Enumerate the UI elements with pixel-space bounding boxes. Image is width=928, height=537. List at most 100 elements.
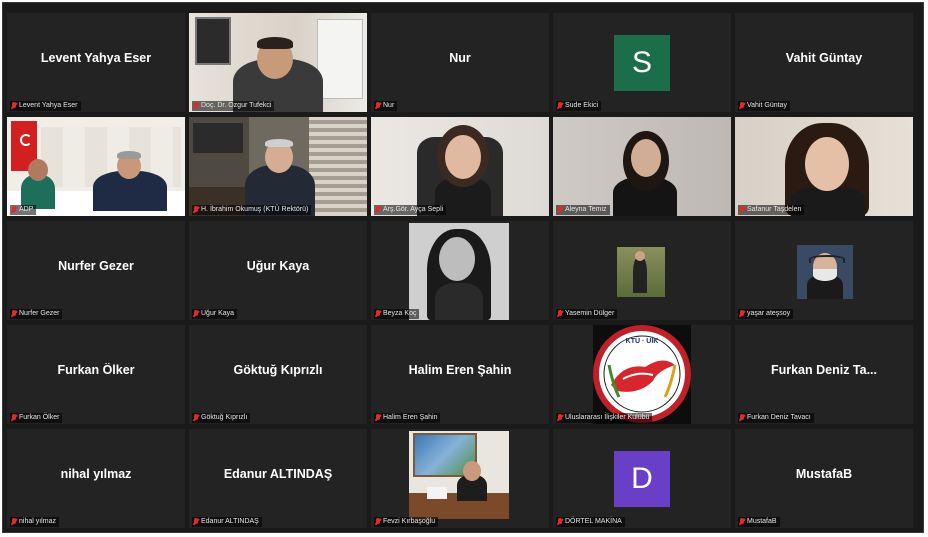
name-label-text: Yasemin Dülger	[565, 310, 615, 317]
name-label-text: Safanur Taşdelen	[747, 206, 802, 213]
muted-mic-icon	[739, 206, 745, 214]
name-label: Levent Yahya Eser	[10, 101, 81, 111]
name-label-text: Beyza Koç	[383, 310, 417, 317]
participant-video	[371, 429, 549, 528]
name-label: Halim Eren Şahin	[374, 413, 441, 423]
name-label-text: Uluslararası İlişkiler Kulübü	[565, 414, 650, 421]
name-label: Uğur Kaya	[192, 309, 238, 319]
name-label-text: Furkan Ölker	[19, 414, 60, 421]
participant-tile[interactable]: Beyza Koç	[371, 221, 549, 320]
participant-video	[735, 117, 913, 216]
name-label: Yasemin Dülger	[556, 309, 618, 319]
meeting-window: Levent Yahya Eser Levent Yahya Eser Doç.…	[2, 2, 924, 533]
name-label: DÖRTEL MAKİNA	[556, 517, 625, 527]
participant-name: MustafaB	[795, 467, 853, 481]
name-label-text: Levent Yahya Eser	[19, 102, 78, 109]
participant-tile[interactable]: Yasemin Dülger	[553, 221, 731, 320]
participant-tile[interactable]: Furkan Deniz Ta... Furkan Deniz Tavacı	[735, 325, 913, 424]
participant-name: Vahit Güntay	[785, 51, 863, 65]
name-label-text: ADP	[19, 206, 34, 213]
name-label: Furkan Ölker	[10, 413, 63, 423]
participant-tile[interactable]: Levent Yahya Eser Levent Yahya Eser	[7, 13, 185, 112]
name-label: Aleyna Temiz	[556, 205, 610, 215]
muted-mic-icon	[11, 206, 17, 214]
muted-mic-icon	[11, 414, 17, 422]
name-label: nihal yılmaz	[10, 517, 59, 527]
participant-video	[371, 221, 549, 320]
muted-mic-icon	[739, 414, 745, 422]
participant-tile[interactable]: Safanur Taşdelen	[735, 117, 913, 216]
name-label: Furkan Deniz Tavacı	[738, 413, 814, 423]
muted-mic-icon	[557, 518, 563, 526]
name-label-text: Doç. Dr. Ozgur Tufekci	[201, 102, 272, 109]
muted-mic-icon	[375, 518, 381, 526]
name-label: Nurfer Gezer	[10, 309, 63, 319]
name-label: Göktuğ Kıprızlı	[192, 413, 251, 423]
muted-mic-icon	[557, 310, 563, 318]
name-label-text: Nur	[383, 102, 395, 109]
participant-video	[189, 117, 367, 216]
name-label: Nur	[374, 101, 398, 111]
muted-mic-icon	[375, 414, 381, 422]
participant-tile[interactable]: Halim Eren Şahin Halim Eren Şahin	[371, 325, 549, 424]
participant-name: Edanur ALTINDAŞ	[223, 467, 333, 481]
participant-tile[interactable]: Furkan Ölker Furkan Ölker	[7, 325, 185, 424]
name-label-text: Edanur ALTINDAŞ	[201, 518, 259, 525]
name-label: MustafaB	[738, 517, 780, 527]
participant-tile[interactable]: Göktuğ Kıprızlı Göktuğ Kıprızlı	[189, 325, 367, 424]
participant-name: Uğur Kaya	[246, 259, 310, 273]
participant-name: Furkan Deniz Ta...	[770, 363, 878, 377]
name-label-text: Vahit Güntay	[747, 102, 787, 109]
participant-video	[735, 221, 913, 320]
name-label: yaşar ateşsoy	[738, 309, 794, 319]
participant-tile[interactable]: Nurfer Gezer Nurfer Gezer	[7, 221, 185, 320]
name-label-text: Halim Eren Şahin	[383, 414, 438, 421]
participant-tile[interactable]: Edanur ALTINDAŞ Edanur ALTINDAŞ	[189, 429, 367, 528]
participant-tile[interactable]: Fevzi Kırbaşoğlu	[371, 429, 549, 528]
muted-mic-icon	[375, 206, 381, 214]
muted-mic-icon	[375, 310, 381, 318]
participant-video	[371, 117, 549, 216]
name-label-text: Fevzi Kırbaşoğlu	[383, 518, 436, 525]
name-label: Edanur ALTINDAŞ	[192, 517, 262, 527]
avatar: S	[614, 35, 670, 91]
participant-tile[interactable]: D DÖRTEL MAKİNA	[553, 429, 731, 528]
muted-mic-icon	[375, 102, 381, 110]
participant-tile[interactable]: nihal yılmaz nihal yılmaz	[7, 429, 185, 528]
participant-tile[interactable]: Aleyna Temiz	[553, 117, 731, 216]
name-label: Doç. Dr. Ozgur Tufekci	[192, 101, 275, 111]
participant-tile[interactable]: Nur Nur	[371, 13, 549, 112]
name-label: Fevzi Kırbaşoğlu	[374, 517, 439, 527]
participant-tile[interactable]: Vahit Güntay Vahit Güntay	[735, 13, 913, 112]
name-label: Sude Ekici	[556, 101, 602, 111]
name-label-text: yaşar ateşsoy	[747, 310, 791, 317]
name-label: Safanur Taşdelen	[738, 205, 805, 215]
name-label: Beyza Koç	[374, 309, 420, 319]
avatar: D	[614, 451, 670, 507]
participant-tile[interactable]: H. İbrahim Okumuş (KTÜ Rektörü)	[189, 117, 367, 216]
participant-tile[interactable]: S Sude Ekici	[553, 13, 731, 112]
participant-tile-active-speaker[interactable]: ADP	[7, 117, 185, 216]
participant-name: Halim Eren Şahin	[408, 363, 512, 377]
participant-tile[interactable]: KTÜ · UİK Uluslararası İlişkiler Kulübü	[553, 325, 731, 424]
participant-tile[interactable]: Doç. Dr. Ozgur Tufekci	[189, 13, 367, 112]
participant-name: Göktuğ Kıprızlı	[233, 363, 323, 377]
participant-tile[interactable]: yaşar ateşsoy	[735, 221, 913, 320]
muted-mic-icon	[739, 102, 745, 110]
participant-tile[interactable]: Arş.Gör. Ayça Sepli	[371, 117, 549, 216]
muted-mic-icon	[557, 414, 563, 422]
participant-name: Nur	[449, 51, 471, 65]
participant-name: nihal yılmaz	[60, 467, 132, 481]
name-label-text: MustafaB	[747, 518, 777, 525]
participant-video: KTÜ · UİK	[553, 325, 731, 424]
participant-video	[553, 117, 731, 216]
name-label-text: Uğur Kaya	[201, 310, 235, 317]
participant-tile[interactable]: MustafaB MustafaB	[735, 429, 913, 528]
name-label: ADP	[10, 205, 37, 215]
muted-mic-icon	[193, 102, 199, 110]
muted-mic-icon	[193, 310, 199, 318]
name-label-text: Furkan Deniz Tavacı	[747, 414, 811, 421]
club-logo: KTÜ · UİK	[593, 325, 691, 424]
name-label: Vahit Güntay	[738, 101, 790, 111]
participant-tile[interactable]: Uğur Kaya Uğur Kaya	[189, 221, 367, 320]
